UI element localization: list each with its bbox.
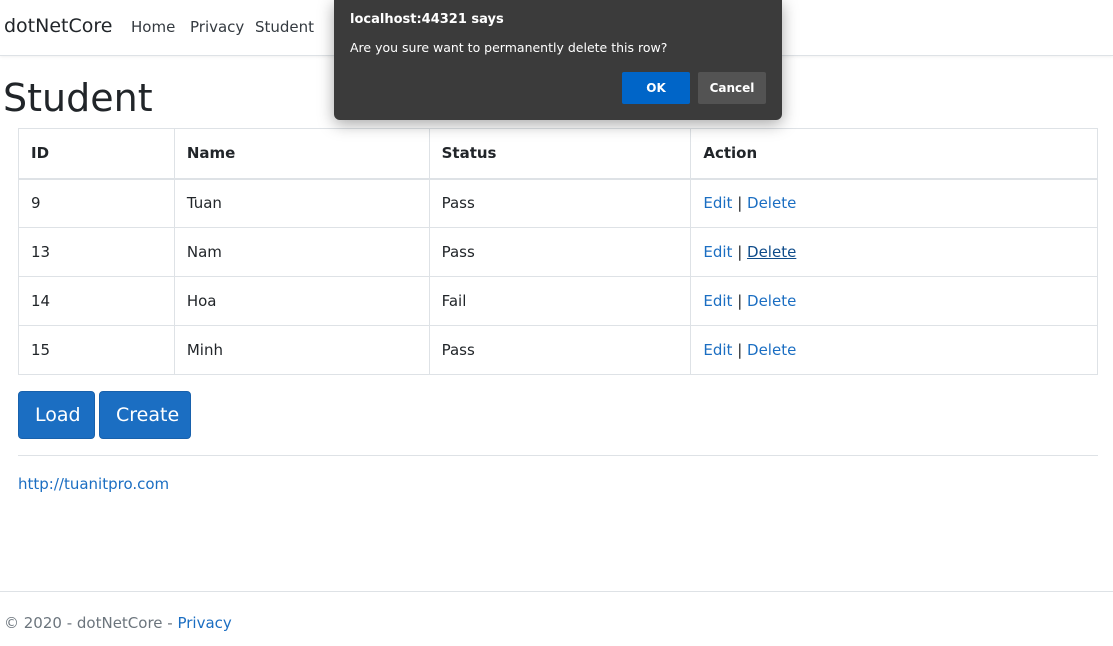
site-link[interactable]: http://tuanitpro.com [18,475,169,493]
action-separator: | [737,243,743,261]
header-action: Action [690,128,1098,180]
table-row: 15 Minh Pass Edit | Delete [18,325,1098,375]
table-row: 9 Tuan Pass Edit | Delete [18,178,1098,228]
cell-id: 14 [18,276,175,326]
footer-privacy-link[interactable]: Privacy [177,614,231,632]
footer-copyright: © 2020 - dotNetCore - [4,614,178,632]
load-button[interactable]: Load [18,391,95,439]
dialog-cancel-button[interactable]: Cancel [698,72,766,104]
table-header: ID Name Status Action [18,128,1098,180]
action-separator: | [737,292,743,310]
delete-link[interactable]: Delete [747,292,796,310]
edit-link[interactable]: Edit [703,194,732,212]
action-separator: | [737,341,743,359]
page-title: Student [3,76,153,120]
dialog-message: Are you sure want to permanently delete … [350,40,668,55]
header-status: Status [428,128,692,180]
create-button[interactable]: Create [99,391,191,439]
action-separator: | [737,194,743,213]
dialog-title: localhost:44321 says [350,12,504,27]
delete-link[interactable]: Delete [747,243,796,261]
cell-status: Pass [428,178,692,228]
table-row: 13 Nam Pass Edit | Delete [18,227,1098,277]
table-body: 9 Tuan Pass Edit | Delete 13 Nam Pass Ed… [18,178,1098,375]
cell-action: Edit | Delete [690,178,1098,228]
footer: © 2020 - dotNetCore - Privacy [0,591,1113,646]
header-name: Name [173,128,430,180]
cell-status: Fail [428,276,692,326]
table-header-row: ID Name Status Action [18,128,1098,180]
cell-status: Pass [428,325,692,375]
cell-id: 13 [18,227,175,277]
cell-name: Hoa [173,276,430,326]
cell-status: Pass [428,227,692,277]
edit-link[interactable]: Edit [703,292,732,310]
footer-text-container: © 2020 - dotNetCore - Privacy [4,614,232,632]
confirm-dialog: localhost:44321 says Are you sure want t… [334,0,782,120]
table-row: 14 Hoa Fail Edit | Delete [18,276,1098,326]
dialog-ok-button[interactable]: OK [622,72,690,104]
delete-link[interactable]: Delete [747,341,796,359]
content-divider [18,455,1098,456]
cell-name: Tuan [173,178,430,228]
edit-link[interactable]: Edit [703,243,732,261]
cell-name: Minh [173,325,430,375]
nav-home-link[interactable]: Home [131,18,175,36]
nav-student-link[interactable]: Student [255,18,314,36]
edit-link[interactable]: Edit [703,341,732,359]
header-id: ID [18,128,175,180]
delete-link[interactable]: Delete [747,194,796,212]
nav-privacy-link[interactable]: Privacy [190,18,244,36]
brand-link[interactable]: dotNetCore [4,15,112,37]
cell-action: Edit | Delete [690,325,1098,375]
cell-action: Edit | Delete [690,227,1098,277]
student-table: ID Name Status Action 9 Tuan Pass Edit |… [18,128,1098,375]
cell-action: Edit | Delete [690,276,1098,326]
cell-id: 15 [18,325,175,375]
cell-id: 9 [18,178,175,228]
cell-name: Nam [173,227,430,277]
